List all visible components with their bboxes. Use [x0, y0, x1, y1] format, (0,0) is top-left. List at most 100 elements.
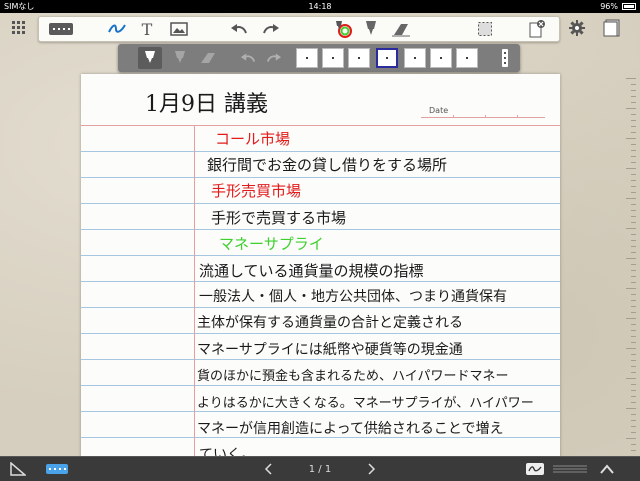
pen-color-swatch-6[interactable] — [430, 48, 452, 68]
ruler-tick — [626, 258, 636, 259]
ruler-tick — [631, 294, 636, 295]
note-line-11: よりはるかに大きくなる。マネーサプライが、ハイパワー — [197, 396, 534, 411]
palette-undo-icon[interactable] — [236, 47, 260, 69]
ruler-tick — [631, 312, 636, 313]
ruler-tick — [631, 372, 636, 373]
ruler-tick — [626, 378, 636, 379]
note-title: 1月9日 講義 — [145, 92, 268, 117]
top-toolbar: T — [0, 13, 640, 42]
pen-color-swatch-7[interactable] — [456, 48, 478, 68]
ruler-tick — [626, 168, 636, 169]
pen-palette — [118, 44, 520, 72]
ruler-tick — [631, 426, 636, 427]
pen-wave-icon[interactable] — [105, 18, 129, 40]
note-line-6: 流通している通貨量の規模の指標 — [199, 262, 424, 280]
marker-tool-icon[interactable] — [168, 47, 192, 69]
date-tick — [485, 115, 486, 118]
pen-color-swatch-3[interactable] — [348, 48, 370, 68]
ruler-tick — [631, 120, 636, 121]
ruler-tick — [631, 114, 636, 115]
next-page-icon[interactable] — [366, 460, 378, 478]
ruler-tick — [631, 150, 636, 151]
ruler-tick — [631, 264, 636, 265]
clock: 14:18 — [308, 2, 332, 11]
ruler-tick — [631, 126, 636, 127]
ruler-tick — [631, 222, 636, 223]
prev-page-icon[interactable] — [262, 460, 274, 478]
status-bar: SIMなし 14:18 96% — [0, 0, 640, 13]
ruler-tick — [631, 354, 636, 355]
note-line-7: 一般法人・個人・地方公共団体、つまり通貨保有 — [199, 289, 507, 305]
image-icon[interactable] — [167, 18, 191, 40]
ruler-tick — [631, 360, 636, 361]
ruler-tick — [631, 324, 636, 325]
ruler-tick — [631, 240, 636, 241]
ruler-tick — [631, 336, 636, 337]
page-sorter-icon[interactable] — [598, 17, 626, 39]
pen-color-swatch-1[interactable] — [296, 48, 318, 68]
delete-page-icon[interactable] — [525, 18, 549, 40]
pen-tool-icon[interactable] — [138, 47, 162, 69]
ruler-tick — [631, 306, 636, 307]
ruler-tick — [631, 204, 636, 205]
scroll-grip-icon[interactable] — [552, 460, 588, 478]
ruler-tick — [631, 132, 636, 133]
date-tick — [453, 115, 454, 118]
ruler-tick — [631, 234, 636, 235]
swatch-size-dot — [386, 57, 388, 59]
highlighter-icon[interactable] — [359, 18, 383, 40]
swatch-size-dot — [332, 57, 334, 59]
ruler-tick — [631, 384, 636, 385]
ruler-tick — [631, 300, 636, 301]
main-toolbox: T — [38, 16, 560, 42]
eraser-icon[interactable] — [389, 18, 413, 40]
ruler-tick — [626, 78, 636, 79]
bottom-bar: 1 / 1 — [0, 456, 640, 481]
ruler-tool-icon[interactable] — [8, 460, 28, 478]
swatch-size-dot — [440, 57, 442, 59]
swatch-size-dot — [306, 57, 308, 59]
pen-color-swatch-2[interactable] — [322, 48, 344, 68]
ruler-tick — [626, 138, 636, 139]
note-line-4: 手形で売買する市場 — [211, 209, 347, 227]
pen-color-swatch-5[interactable] — [404, 48, 426, 68]
note-line-10: 貨のほかに預金も含まれるため、ハイパワードマネー — [197, 369, 509, 384]
grid-icon[interactable] — [8, 17, 30, 39]
gear-icon[interactable] — [566, 17, 588, 39]
ruler-tick — [631, 186, 636, 187]
keyboard-toggle-icon[interactable] — [44, 460, 70, 478]
expand-up-icon[interactable] — [598, 460, 616, 478]
ruler-tick — [631, 90, 636, 91]
ruler-tick — [631, 342, 636, 343]
ruler-tick — [631, 192, 636, 193]
select-icon[interactable] — [473, 18, 497, 40]
redo-icon[interactable] — [259, 18, 283, 40]
note-line-3: 手形売買市場 — [211, 182, 302, 200]
handwriting-mode-icon[interactable] — [524, 460, 546, 478]
note-line-5: マネーサプライ — [219, 235, 324, 253]
color-pen-icon[interactable] — [331, 18, 355, 40]
brush-eraser-icon[interactable] — [196, 47, 220, 69]
note-line-12: マネーが信用創造によって供給されることで増え — [197, 421, 504, 437]
palette-more-icon[interactable] — [498, 47, 512, 69]
ruler-tick — [631, 162, 636, 163]
swatch-size-dot — [466, 57, 468, 59]
battery-icon — [622, 3, 636, 10]
ruler-tick — [631, 144, 636, 145]
keyboard-icon[interactable] — [47, 18, 75, 40]
date-line — [421, 117, 545, 118]
ruler-tick — [626, 228, 636, 229]
text-icon[interactable]: T — [135, 18, 159, 40]
note-line-8: 主体が保有する通貨量の合計と定義される — [197, 315, 463, 331]
ruler-tick — [626, 108, 636, 109]
ruler-tick — [631, 396, 636, 397]
palette-redo-icon[interactable] — [262, 47, 286, 69]
battery-percent: 96% — [600, 2, 618, 11]
note-line-2: 銀行間でお金の貸し借りをする場所 — [207, 156, 448, 174]
ruler-tick — [631, 210, 636, 211]
notebook-page[interactable]: 1月9日 講義 Date コール市場 銀行間でお金の貸し借りをする場所 手形売買… — [81, 74, 560, 460]
ruler-tick — [631, 330, 636, 331]
undo-icon[interactable] — [227, 18, 251, 40]
ruler-tick — [631, 282, 636, 283]
pen-color-swatch-4-selected[interactable] — [376, 48, 398, 68]
